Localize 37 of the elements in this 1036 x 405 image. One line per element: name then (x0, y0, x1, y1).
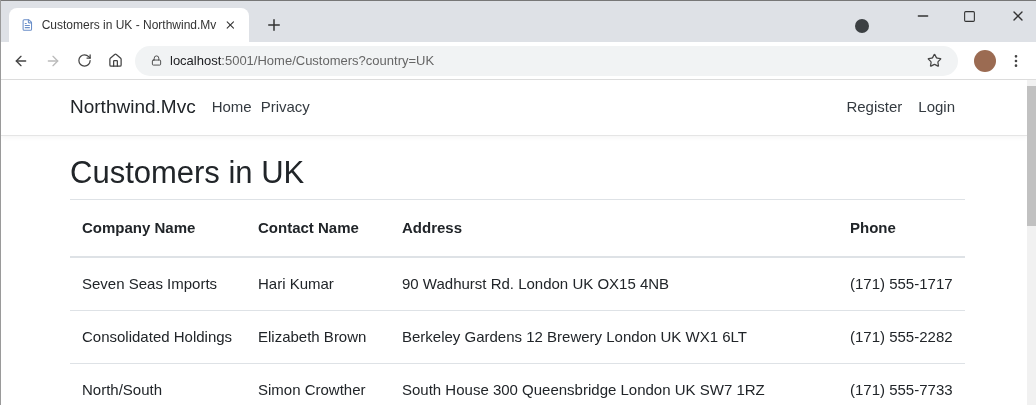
page-icon (21, 18, 34, 32)
table-cell: Hari Kumar (258, 275, 334, 293)
table-cell: Elizabeth Brown (258, 328, 367, 346)
avatar[interactable] (974, 49, 996, 72)
nav-link[interactable]: Login (918, 96, 955, 119)
page-heading: Customers in UK (70, 154, 306, 192)
table-cell: Seven Seas Imports (82, 275, 218, 293)
nav-link[interactable]: Home (211, 96, 252, 119)
column-header: Address (402, 219, 463, 237)
table-cell: North/South (82, 381, 163, 399)
column-header: Contact Name (258, 219, 359, 237)
lock-icon (151, 55, 162, 66)
maximize-icon[interactable] (963, 10, 976, 23)
scrollbar-thumb[interactable] (1027, 86, 1036, 226)
tab-title: Customers in UK - Northwind.Mv (41, 17, 217, 34)
table-cell: (171) 555-2282 (850, 328, 953, 346)
column-header: Company Name (82, 219, 196, 237)
url-text: localhost:5001/Home/Customers?country=UK (170, 51, 436, 70)
close-tab-icon[interactable] (224, 18, 237, 32)
table-cell: (171) 555-7733 (850, 381, 953, 399)
table-cell: (171) 555-1717 (850, 275, 953, 293)
table-cell: Simon Crowther (258, 381, 366, 399)
table-cell: Berkeley Gardens 12 Brewery London UK WX1 6LT (402, 328, 747, 346)
table-cell: South House 300 Queensbridge London UK SW7 1RZ (402, 381, 765, 399)
bookmark-star-icon[interactable] (927, 53, 942, 68)
brand-link[interactable]: Northwind.Mvc (70, 93, 196, 122)
browser-tab[interactable]: Customers in UK - Northwind.Mv (9, 8, 249, 42)
address-bar[interactable]: localhost:5001/Home/Customers?country=UK (135, 45, 958, 76)
table-cell: 90 Wadhurst Rd. London UK OX15 4NB (402, 275, 670, 293)
new-tab-icon[interactable] (265, 16, 283, 34)
column-header: Phone (850, 219, 896, 237)
nav-link[interactable]: Privacy (260, 96, 310, 119)
scrollbar[interactable] (1027, 80, 1036, 405)
home-icon[interactable] (108, 53, 123, 68)
nav-link[interactable]: Register (846, 96, 903, 119)
table-cell: Consolidated Holdings (82, 328, 233, 346)
reload-icon[interactable] (77, 53, 92, 68)
